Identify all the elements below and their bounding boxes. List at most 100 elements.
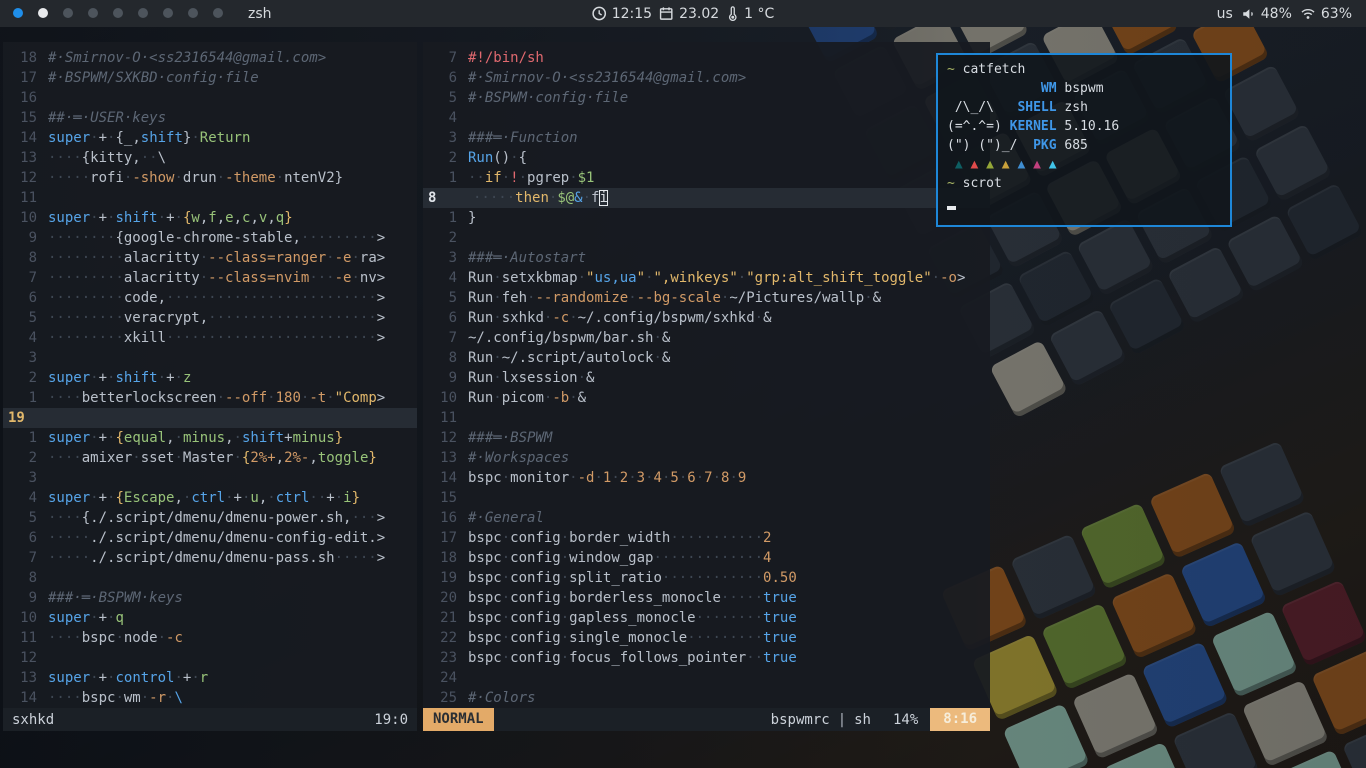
code-area-sxhkd[interactable]: 18#·Smirnov-O·<ss2316544@gmail.com>17#·B… bbox=[3, 42, 417, 708]
workspace-dot-2[interactable] bbox=[38, 8, 48, 18]
code-token: > bbox=[377, 510, 385, 526]
code-line[interactable]: 23bspc·config·focus_follows_pointer··tru… bbox=[423, 648, 990, 668]
code-line[interactable]: 2Run()·{ bbox=[423, 148, 990, 168]
workspace-dot-5[interactable] bbox=[113, 8, 123, 18]
code-line[interactable]: 11····bspc·node·-c bbox=[3, 628, 417, 648]
code-line[interactable]: 16 bbox=[3, 88, 417, 108]
code-token: ········ bbox=[48, 230, 115, 246]
line-text: Run·setxkbmap·"us,ua"·",winkeys"·"grp:al… bbox=[468, 268, 965, 288]
code-line[interactable]: 12 bbox=[3, 648, 417, 668]
code-line[interactable]: 6Run·sxhkd·-c·~/.config/bspwm/sxhkd·& bbox=[423, 308, 990, 328]
code-line[interactable]: 5·········veracrypt,····················… bbox=[3, 308, 417, 328]
code-line[interactable]: 4·········xkill·························… bbox=[3, 328, 417, 348]
code-token: shift bbox=[242, 430, 284, 446]
code-line[interactable]: 10super·+·q bbox=[3, 608, 417, 628]
workspace-dot-8[interactable] bbox=[188, 8, 198, 18]
code-line[interactable]: 3###═·Function bbox=[423, 128, 990, 148]
code-line[interactable]: 3 bbox=[3, 348, 417, 368]
code-token: i bbox=[343, 490, 351, 506]
code-line[interactable]: 15##·═·USER·keys bbox=[3, 108, 417, 128]
code-line[interactable]: 21bspc·config·gapless_monocle········tru… bbox=[423, 608, 990, 628]
code-line[interactable]: 13super·+·control·+·r bbox=[3, 668, 417, 688]
code-line[interactable]: 9········{google-chrome-stable,·········… bbox=[3, 228, 417, 248]
code-line[interactable]: 1} bbox=[423, 208, 990, 228]
code-line[interactable]: 6#·Smirnov-O·<ss2316544@gmail.com> bbox=[423, 68, 990, 88]
code-line[interactable]: 2 bbox=[423, 228, 990, 248]
code-line[interactable]: 25#·Colors bbox=[423, 688, 990, 708]
code-line[interactable]: 11 bbox=[3, 188, 417, 208]
code-area-bspwmrc[interactable]: 7#!/bin/sh6#·Smirnov-O·<ss2316544@gmail.… bbox=[423, 42, 990, 708]
code-line[interactable]: 12·····rofi·-show·drun·-theme·ntenV2} bbox=[3, 168, 417, 188]
code-line[interactable]: 14super·+·{_,shift}·Return bbox=[3, 128, 417, 148]
workspace-dot-4[interactable] bbox=[88, 8, 98, 18]
code-line[interactable]: 14bspc·monitor·-d·1·2·3·4·5·6·7·8·9 bbox=[423, 468, 990, 488]
code-line[interactable]: 17bspc·config·border_width···········2 bbox=[423, 528, 990, 548]
code-line[interactable]: 17#·BSPWM/SXKBD·config·file bbox=[3, 68, 417, 88]
code-line[interactable]: 19bspc·config·split_ratio············0.5… bbox=[423, 568, 990, 588]
code-token: + bbox=[99, 490, 107, 506]
code-line[interactable]: 8Run·~/.script/autolock·& bbox=[423, 348, 990, 368]
code-token: · bbox=[115, 690, 123, 706]
code-line[interactable]: 8 bbox=[3, 568, 417, 588]
code-line[interactable]: 9Run·lxsession·& bbox=[423, 368, 990, 388]
editor-window-bspwmrc[interactable]: 7#!/bin/sh6#·Smirnov-O·<ss2316544@gmail.… bbox=[423, 42, 990, 731]
line-text: Run·~/.script/autolock·& bbox=[468, 348, 670, 368]
code-line[interactable]: 18bspc·config·window_gap·············4 bbox=[423, 548, 990, 568]
code-line[interactable]: 7·········alacritty·--class=nvim···-e·nv… bbox=[3, 268, 417, 288]
code-line[interactable]: 5····{./.script/dmenu/dmenu-power.sh,···… bbox=[3, 508, 417, 528]
code-line[interactable]: 10Run·picom·-b·& bbox=[423, 388, 990, 408]
code-line[interactable]: 8·········alacritty·--class=ranger·-e·ra… bbox=[3, 248, 417, 268]
network-module[interactable]: 63% bbox=[1300, 6, 1352, 22]
code-token: + bbox=[284, 430, 292, 446]
volume-module[interactable]: 48% bbox=[1241, 6, 1292, 22]
terminal-text: zsh bbox=[1057, 100, 1088, 115]
code-line[interactable]: 7#!/bin/sh bbox=[423, 48, 990, 68]
keyboard-layout-module[interactable]: us bbox=[1217, 6, 1233, 22]
code-line[interactable]: 18#·Smirnov-O·<ss2316544@gmail.com> bbox=[3, 48, 417, 68]
code-line[interactable]: 10super·+·shift·+·{w,f,e,c,v,q} bbox=[3, 208, 417, 228]
floating-terminal-window[interactable]: ~ catfetch WM bspwm /\_/\ SHELL zsh(=^.^… bbox=[936, 53, 1232, 227]
code-line[interactable]: 1··if·!·pgrep·$1 bbox=[423, 168, 990, 188]
code-line[interactable]: 11 bbox=[423, 408, 990, 428]
code-line[interactable]: 3 bbox=[3, 468, 417, 488]
code-line[interactable]: 3###═·Autostart bbox=[423, 248, 990, 268]
code-line[interactable]: 1super·+·{equal,·minus,·shift+minus} bbox=[3, 428, 417, 448]
code-line[interactable]: 12###═·BSPWM bbox=[423, 428, 990, 448]
code-token: u bbox=[250, 490, 258, 506]
code-token: Run bbox=[468, 270, 493, 286]
workspace-dot-9[interactable] bbox=[213, 8, 223, 18]
code-line[interactable]: 5Run·feh·--randomize·--bg-scale·~/Pictur… bbox=[423, 288, 990, 308]
code-line[interactable]: 13#·Workspaces bbox=[423, 448, 990, 468]
code-line[interactable]: 7·····./.script/dmenu/dmenu-pass.sh·····… bbox=[3, 548, 417, 568]
code-line[interactable]: 4 bbox=[423, 108, 990, 128]
code-line[interactable]: 9###·═·BSPWM·keys bbox=[3, 588, 417, 608]
cursor-line[interactable]: 19 bbox=[3, 408, 417, 428]
code-line[interactable]: 5#·BSPWM·config·file bbox=[423, 88, 990, 108]
workspace-dot-1[interactable] bbox=[13, 8, 23, 18]
code-line[interactable]: 24 bbox=[423, 668, 990, 688]
code-line[interactable]: 6·····./.script/dmenu/dmenu-config-edit.… bbox=[3, 528, 417, 548]
code-line[interactable]: 4super·+·{Escape,·ctrl·+·u,·ctrl··+·i} bbox=[3, 488, 417, 508]
code-token: · bbox=[132, 450, 140, 466]
cursor-line[interactable]: 8·····then·$@&·fi bbox=[423, 188, 990, 208]
code-line[interactable]: 15 bbox=[423, 488, 990, 508]
code-line[interactable]: 2super·+·shift·+·z bbox=[3, 368, 417, 388]
code-line[interactable]: 13····{kitty,··\ bbox=[3, 148, 417, 168]
fetch-label: KERNEL bbox=[1010, 119, 1057, 134]
code-line[interactable]: 20bspc·config·borderless_monocle·····tru… bbox=[423, 588, 990, 608]
code-line[interactable]: 14····bspc·wm·-r·\ bbox=[3, 688, 417, 708]
code-line[interactable]: 22bspc·config·single_monocle·········tru… bbox=[423, 628, 990, 648]
code-line[interactable]: 1····betterlockscreen·--off·180·-t·"Comp… bbox=[3, 388, 417, 408]
workspace-dot-6[interactable] bbox=[138, 8, 148, 18]
line-number: 5 bbox=[423, 88, 468, 108]
code-token: ····· bbox=[335, 550, 377, 566]
code-line[interactable]: 16#·General bbox=[423, 508, 990, 528]
code-line[interactable]: 6·········code,·························… bbox=[3, 288, 417, 308]
code-line[interactable]: 2····amixer·sset·Master·{2%+,2%-,toggle} bbox=[3, 448, 417, 468]
workspace-dot-3[interactable] bbox=[63, 8, 73, 18]
code-line[interactable]: 4Run·setxkbmap·"us,ua"·",winkeys"·"grp:a… bbox=[423, 268, 990, 288]
code-line[interactable]: 7~/.config/bspwm/bar.sh·& bbox=[423, 328, 990, 348]
code-token: r bbox=[200, 670, 208, 686]
workspace-dot-7[interactable] bbox=[163, 8, 173, 18]
editor-window-sxhkd[interactable]: 18#·Smirnov-O·<ss2316544@gmail.com>17#·B… bbox=[3, 42, 417, 731]
